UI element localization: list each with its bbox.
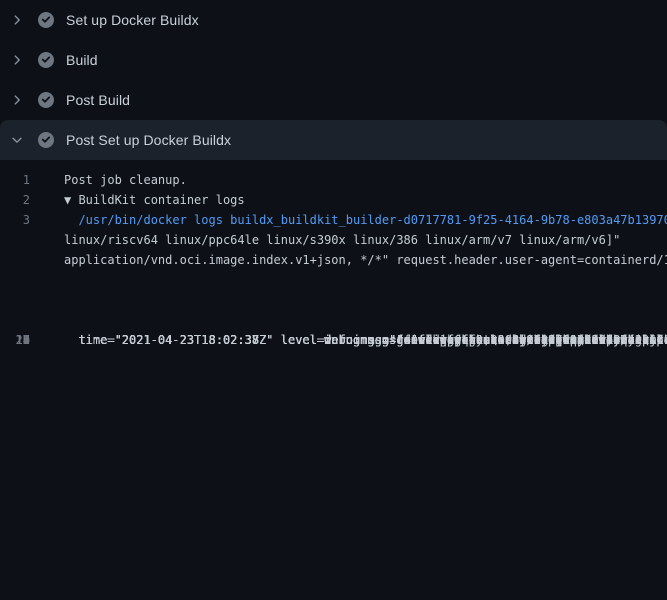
- line-number[interactable]: 3: [0, 210, 30, 230]
- log-text: time="2021-04-23T18:02:38Z" level=debug …: [30, 330, 667, 350]
- step-label: Set up Docker Buildx: [66, 12, 199, 28]
- chevron-right-icon[interactable]: [9, 12, 25, 28]
- check-circle-icon: [38, 92, 54, 108]
- step-label: Post Build: [66, 92, 130, 108]
- step-label: Build: [66, 52, 98, 68]
- log-row: application/vnd.oci.image.index.v1+json,…: [0, 250, 667, 270]
- group-title: BuildKit container logs: [71, 193, 244, 207]
- step-post-setup-docker-buildx[interactable]: Post Set up Docker Buildx: [0, 120, 667, 160]
- steps-list: Set up Docker Buildx Build Post Build: [0, 0, 667, 160]
- log-row: 2▼ BuildKit container logs: [0, 190, 667, 210]
- step-post-build[interactable]: Post Build: [0, 80, 667, 120]
- check-circle-icon: [38, 132, 54, 148]
- log-text: Post job cleanup.: [30, 170, 187, 190]
- log-group-header: ▼ BuildKit container logs: [30, 190, 245, 210]
- log-row: 3 /usr/bin/docker logs buildx_buildkit_b…: [0, 210, 667, 230]
- chevron-right-icon[interactable]: [9, 52, 25, 68]
- actions-log-viewer: Set up Docker Buildx Build Post Build: [0, 0, 667, 600]
- line-number[interactable]: 1: [0, 170, 30, 190]
- chevron-right-icon[interactable]: [9, 92, 25, 108]
- log-row: 1Post job cleanup.: [0, 170, 667, 190]
- log-text: linux/riscv64 linux/ppc64le linux/s390x …: [30, 230, 620, 250]
- line-number: [0, 250, 30, 270]
- line-number[interactable]: 2: [0, 190, 30, 210]
- line-number: [0, 230, 30, 250]
- check-circle-icon: [38, 52, 54, 68]
- step-label: Post Set up Docker Buildx: [66, 132, 231, 148]
- log-row: linux/riscv64 linux/ppc64le linux/s390x …: [0, 230, 667, 250]
- log-text: application/vnd.oci.image.index.v1+json,…: [30, 250, 667, 270]
- log-row: 20 time="2021-04-23T18:02:38Z" level=deb…: [0, 320, 667, 350]
- check-circle-icon: [38, 12, 54, 28]
- line-number[interactable]: 20: [0, 330, 30, 350]
- step-build[interactable]: Build: [0, 40, 667, 80]
- log-command-text: /usr/bin/docker logs buildx_buildkit_bui…: [30, 210, 667, 230]
- chevron-down-icon[interactable]: [9, 132, 25, 148]
- log-area: 1Post job cleanup.2▼ BuildKit container …: [0, 160, 667, 270]
- step-setup-docker-buildx[interactable]: Set up Docker Buildx: [0, 0, 667, 40]
